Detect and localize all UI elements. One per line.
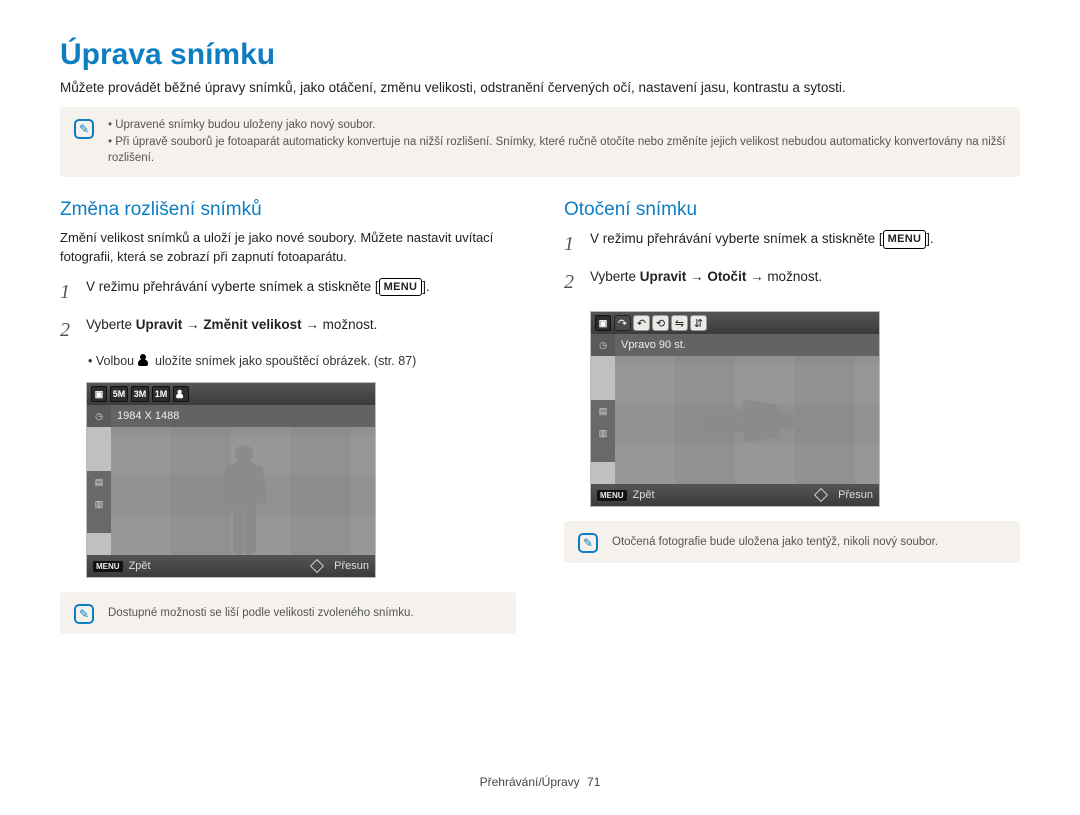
rotate-mode-icon: ▣ [595, 315, 611, 331]
substep-item: Volbou uložíte snímek jako spouštěcí obr… [88, 353, 516, 371]
rotate-right-icon: ↷ [614, 315, 631, 331]
size-option: 3M [131, 386, 149, 402]
right-step-1: 1 V režimu přehrávání vyberte snímek a s… [564, 229, 1020, 259]
lcd-current-value: Vpravo 90 st. [615, 334, 879, 356]
step-text: Vyberte [86, 317, 136, 332]
lcd-bottom-row: MENU Zpět Přesun [87, 555, 375, 577]
top-note-item: Upravené snímky budou uloženy jako nový … [108, 117, 1006, 134]
lcd-mid-row: ◷ Vpravo 90 st. [591, 334, 879, 356]
note-icon: ✎ [74, 119, 94, 139]
step-arrow: → [686, 269, 707, 284]
step-bold: Otočit [707, 269, 746, 284]
size-option: 5M [110, 386, 128, 402]
left-column: Změna rozlišení snímků Změní velikost sn… [60, 199, 516, 656]
step-number: 2 [60, 315, 76, 345]
right-step-2: 2 Vyberte Upravit → Otočit → možnost. [564, 267, 1020, 297]
lcd-canvas: ▤ ▥ [87, 427, 375, 555]
left-heading: Změna rozlišení snímků [60, 199, 516, 221]
step-text: Vyberte [590, 269, 640, 284]
substep-text: Volbou [96, 354, 138, 368]
top-note-item: Při úpravě souborů je fotoaparát automat… [108, 134, 1006, 167]
right-bottom-note: ✎ Otočená fotografie bude uložena jako t… [564, 521, 1020, 563]
intro-text: Můžete provádět běžné úpravy snímků, jak… [60, 80, 1020, 95]
tool-icon: ▥ [87, 493, 111, 515]
step-text: ]. [422, 279, 430, 294]
lcd-top-row: ▣ ↷ ↶ ⟲ ⇋ ⇵ [591, 312, 879, 334]
lcd-current-value: 1984 X 1488 [111, 405, 375, 427]
step-text: → možnost. [746, 269, 822, 284]
tool-icon: ▤ [591, 400, 615, 422]
note-text: Otočená fotografie bude uložena jako ten… [612, 536, 938, 548]
dpad-icon [814, 488, 828, 502]
step-text: → možnost. [302, 317, 378, 332]
left-steps: 1 V režimu přehrávání vyberte snímek a s… [60, 277, 516, 345]
step-number: 2 [564, 267, 580, 297]
menu-button-label: MENU [379, 278, 423, 297]
person-silhouette [213, 445, 273, 555]
left-desc: Změní velikost snímků a uloží je jako no… [60, 229, 516, 267]
note-text: Dostupné možnosti se liší podle velikost… [108, 607, 414, 619]
lcd-mid-row: ◷ 1984 X 1488 [87, 405, 375, 427]
lcd-left-icons: ▤ ▥ [591, 400, 615, 462]
substep-text: uložíte snímek jako spouštěcí obrázek. (… [152, 354, 417, 368]
lcd-canvas: ▤ ▥ [591, 356, 879, 484]
tool-icon: ▥ [591, 422, 615, 444]
size-option: 1M [152, 386, 170, 402]
step-bold: Upravit [640, 269, 687, 284]
right-column: Otočení snímku 1 V režimu přehrávání vyb… [564, 199, 1020, 656]
left-step-1: 1 V režimu přehrávání vyberte snímek a s… [60, 277, 516, 307]
footer-page-number: 71 [587, 775, 600, 789]
step-number: 1 [60, 277, 76, 307]
lcd-move-label: Přesun [334, 560, 369, 572]
person-icon [138, 354, 152, 366]
note-icon: ✎ [578, 533, 598, 553]
lcd-bottom-row: MENU Zpět Přesun [591, 484, 879, 506]
left-bottom-note: ✎ Dostupné možnosti se liší podle veliko… [60, 592, 516, 634]
rotate-180-icon: ⟲ [652, 315, 669, 331]
step-bold: Upravit [136, 317, 183, 332]
dpad-icon [310, 559, 324, 573]
clock-icon: ◷ [591, 334, 615, 356]
note-icon: ✎ [74, 604, 94, 624]
page-footer: Přehrávání/Úpravy 71 [0, 775, 1080, 789]
page-title: Úprava snímku [60, 38, 1020, 72]
step-text: V režimu přehrávání vyberte snímek a sti… [86, 279, 379, 294]
menu-icon: MENU [93, 561, 123, 572]
lcd-move-label: Přesun [838, 489, 873, 501]
tool-icon: ▤ [87, 471, 111, 493]
menu-icon: MENU [597, 490, 627, 501]
rotate-options: ↷ ↶ ⟲ ⇋ ⇵ [614, 315, 707, 331]
rotate-left-icon: ↶ [633, 315, 650, 331]
left-lcd: ▣ 5M 3M 1M ◷ 1984 X 1488 ▤ ▥ [60, 376, 376, 592]
person-icon [173, 386, 189, 402]
right-steps: 1 V režimu přehrávání vyberte snímek a s… [564, 229, 1020, 297]
clock-icon: ◷ [87, 405, 111, 427]
left-substep: Volbou uložíte snímek jako spouštěcí obr… [88, 353, 516, 371]
step-text: ]. [926, 231, 934, 246]
lcd-left-icons: ▤ ▥ [87, 471, 111, 533]
right-heading: Otočení snímku [564, 199, 1020, 221]
top-note-box: ✎ Upravené snímky budou uloženy jako nov… [60, 107, 1020, 177]
flip-v-icon: ⇵ [690, 315, 707, 331]
lcd-back-label: Zpět [129, 560, 151, 572]
lcd-top-row: ▣ 5M 3M 1M [87, 383, 375, 405]
step-bold: Změnit velikost [203, 317, 301, 332]
lcd-back-label: Zpět [633, 489, 655, 501]
menu-button-label: MENU [883, 230, 927, 249]
footer-section: Přehrávání/Úpravy [480, 775, 580, 789]
step-text: V režimu přehrávání vyberte snímek a sti… [590, 231, 883, 246]
flip-h-icon: ⇋ [671, 315, 688, 331]
left-step-2: 2 Vyberte Upravit → Změnit velikost → mo… [60, 315, 516, 345]
top-note-list: Upravené snímky budou uloženy jako nový … [108, 117, 1006, 167]
right-lcd: ▣ ↷ ↶ ⟲ ⇋ ⇵ ◷ Vpravo 90 st. ▤ [564, 305, 880, 521]
step-arrow: → [182, 317, 203, 332]
step-number: 1 [564, 229, 580, 259]
person-silhouette-rotated [698, 393, 797, 447]
resize-mode-icon: ▣ [91, 386, 107, 402]
